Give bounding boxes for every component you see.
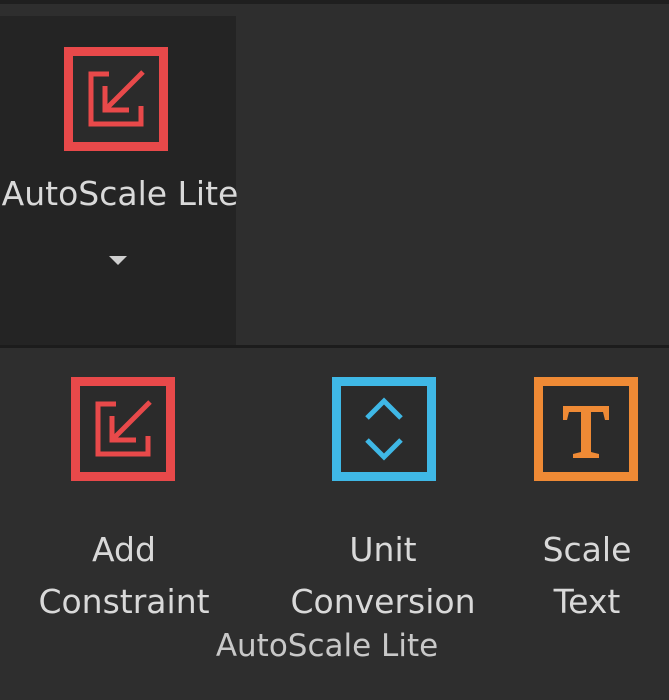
add-constraint-label: Add Constraint <box>0 524 248 628</box>
scale-text-label: Scale Text <box>520 524 654 628</box>
group-label: AutoScale Lite <box>215 628 439 664</box>
scale-arrow-icon <box>68 374 178 484</box>
ribbon-top-area: AutoScale Lite <box>0 0 669 349</box>
scale-text-label-line2: Text <box>553 582 621 621</box>
scale-arrow-icon <box>61 44 171 154</box>
autoscale-lite-button-label: AutoScale Lite <box>1 174 239 213</box>
unit-conversion-button[interactable]: Unit Conversion <box>276 374 496 621</box>
unit-conversion-label: Unit Conversion <box>276 524 490 628</box>
chevron-down-icon[interactable] <box>109 256 127 265</box>
letter-t-icon <box>531 374 641 484</box>
ribbon-group: Add Constraint Unit Conversion Scale Tex… <box>0 348 669 700</box>
add-constraint-label-line1: Add <box>92 530 156 569</box>
plugin-toolbar: AutoScale Lite Add Constraint Unit Conve… <box>0 0 669 700</box>
scale-text-label-line1: Scale <box>542 530 632 569</box>
add-constraint-label-line2: Constraint <box>38 582 210 621</box>
add-constraint-button[interactable]: Add Constraint <box>0 374 245 621</box>
unit-conversion-label-line1: Unit <box>349 530 417 569</box>
chevrons-up-down-icon <box>329 374 439 484</box>
scale-text-button[interactable]: Scale Text <box>520 374 660 621</box>
autoscale-lite-button[interactable]: AutoScale Lite <box>0 16 238 349</box>
unit-conversion-label-line2: Conversion <box>290 582 476 621</box>
